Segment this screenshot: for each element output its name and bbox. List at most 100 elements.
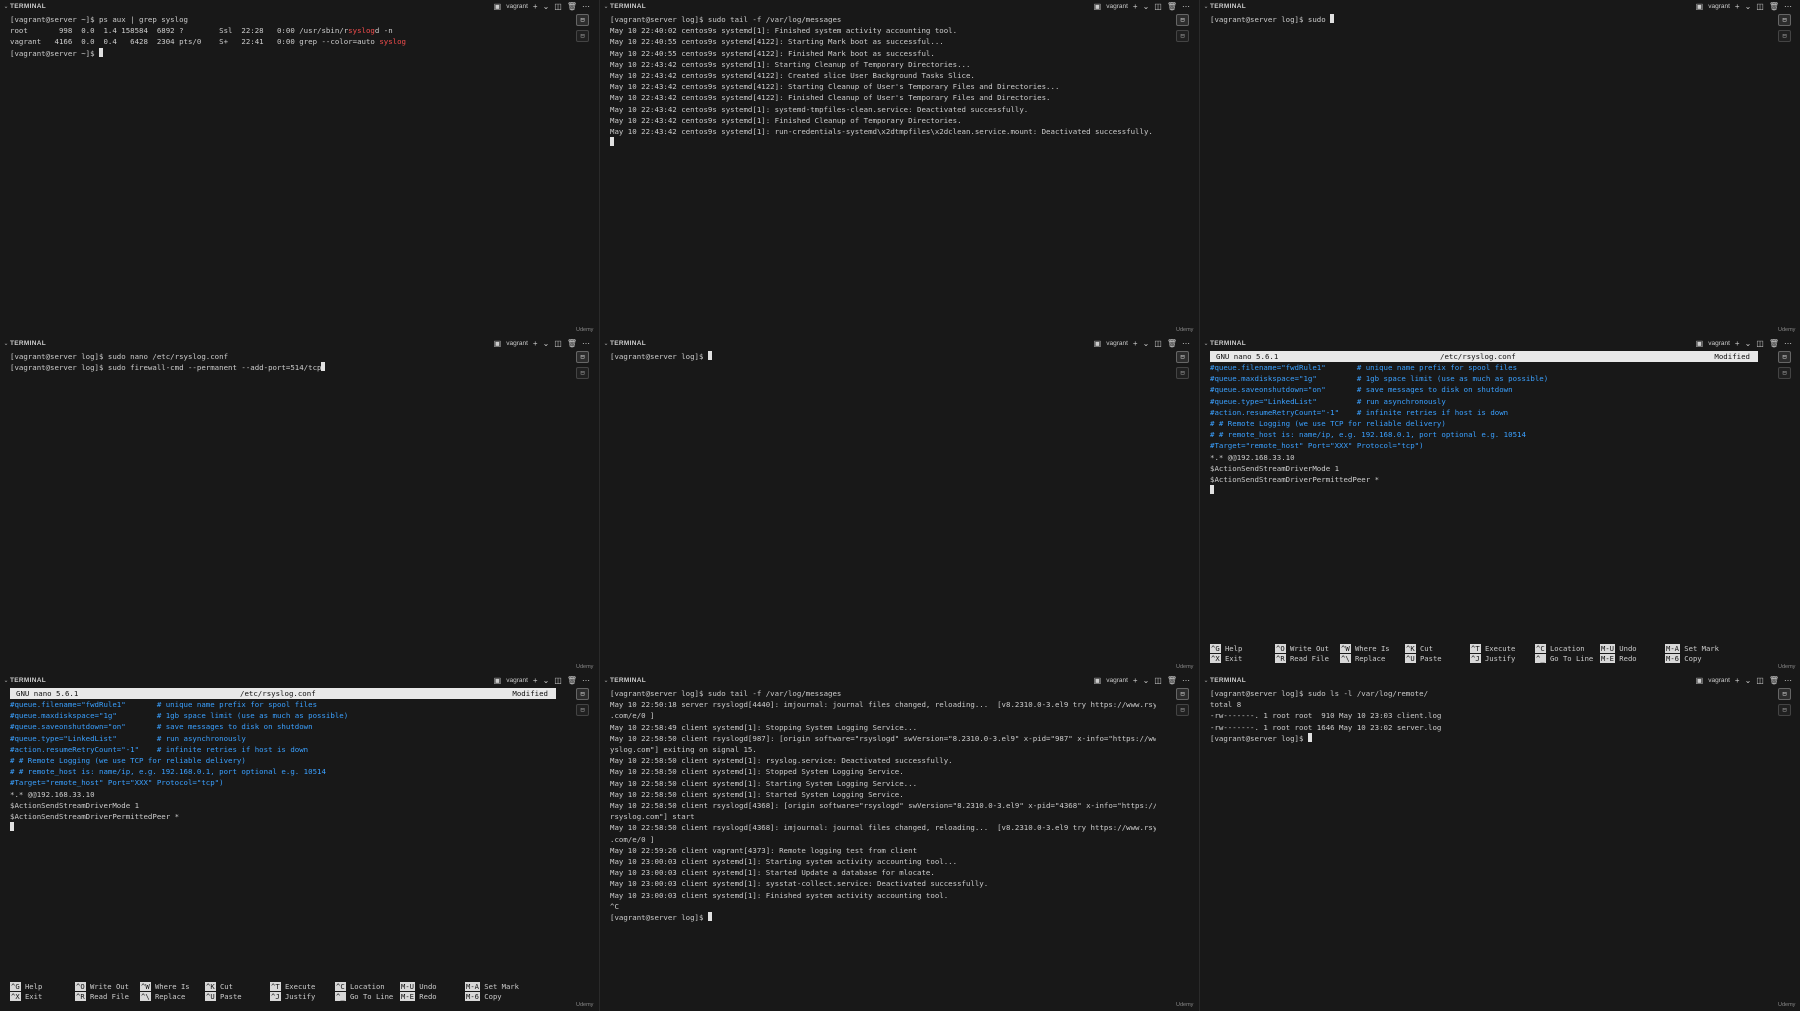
chevron-down-icon[interactable]: ⌄	[1202, 677, 1210, 684]
terminal-output[interactable]: [vagrant@server log]$ sudo	[1210, 14, 1758, 328]
nano-shortcut[interactable]: ^C Location ^_ Go To Line	[1535, 644, 1593, 664]
terminal-tab-icon[interactable]: ⊟	[576, 688, 589, 700]
chevron-down-icon[interactable]: ⌄	[1745, 339, 1752, 348]
new-terminal-plus-icon[interactable]: +	[1735, 676, 1740, 685]
terminal-pane[interactable]: ⌄ TERMINAL ▣ vagrant + ⌄ ◫ 🗑 ⋯ ⊟ ⊟ Udemy [vagrant@se…	[1200, 674, 1800, 1011]
nano-shortcut[interactable]: ^T Execute ^J Justify	[1470, 644, 1515, 664]
terminal-tab-icon[interactable]: ⊟	[576, 367, 589, 379]
terminal-tab-icon[interactable]: ⊟	[1778, 704, 1791, 716]
chevron-down-icon[interactable]: ⌄	[1202, 3, 1210, 10]
terminal-output[interactable]: GNU nano 5.6.1/etc/rsyslog.conf Modified #…	[1210, 351, 1758, 665]
new-terminal-plus-icon[interactable]: +	[1735, 2, 1740, 11]
terminal-output[interactable]: [vagrant@server log]$ sudo tail -f /var/…	[610, 688, 1156, 1003]
split-terminal-icon[interactable]: ◫	[554, 676, 562, 685]
nano-shortcut[interactable]: ^W Where Is ^\ Replace	[1340, 644, 1390, 664]
new-terminal-plus-icon[interactable]: +	[533, 339, 538, 348]
more-actions-icon[interactable]: ⋯	[1182, 339, 1190, 348]
trash-icon[interactable]: 🗑	[567, 339, 577, 348]
more-actions-icon[interactable]: ⋯	[582, 2, 590, 11]
nano-shortcut[interactable]: M-A Set Mark M-6 Copy	[1665, 644, 1719, 664]
nano-shortcut[interactable]: ^K Cut ^U Paste	[205, 982, 242, 1002]
terminal-shell-icon[interactable]: ▣	[494, 339, 502, 348]
chevron-down-icon[interactable]: ⌄	[1745, 2, 1752, 11]
terminal-pane[interactable]: ⌄ TERMINAL ▣ vagrant + ⌄ ◫ 🗑 ⋯ ⊟ ⊟ Udemy [vagrant@se…	[1200, 0, 1800, 336]
terminal-output[interactable]: [vagrant@server log]$ sudo tail -f /var/…	[610, 14, 1156, 328]
terminal-tab-icon[interactable]: ⊟	[576, 14, 589, 26]
terminal-tab-icon[interactable]: ⊟	[1176, 351, 1189, 363]
chevron-down-icon[interactable]: ⌄	[602, 677, 610, 684]
terminal-output[interactable]: GNU nano 5.6.1/etc/rsyslog.conf Modified #…	[10, 688, 556, 1003]
shell-name[interactable]: vagrant	[1106, 677, 1128, 684]
chevron-down-icon[interactable]: ⌄	[1202, 340, 1210, 347]
trash-icon[interactable]: 🗑	[1769, 676, 1779, 685]
more-actions-icon[interactable]: ⋯	[1182, 2, 1190, 11]
terminal-output[interactable]: [vagrant@server log]$ sudo ls -l /var/lo…	[1210, 688, 1758, 1003]
terminal-tab-icon[interactable]: ⊟	[1176, 704, 1189, 716]
more-actions-icon[interactable]: ⋯	[1784, 339, 1792, 348]
nano-shortcut[interactable]: ^K Cut ^U Paste	[1405, 644, 1442, 664]
terminal-shell-icon[interactable]: ▣	[1696, 676, 1704, 685]
chevron-down-icon[interactable]: ⌄	[2, 3, 10, 10]
terminal-shell-icon[interactable]: ▣	[1696, 339, 1704, 348]
terminal-shell-icon[interactable]: ▣	[1094, 339, 1102, 348]
chevron-down-icon[interactable]: ⌄	[602, 340, 610, 347]
shell-name[interactable]: vagrant	[1106, 340, 1128, 347]
trash-icon[interactable]: 🗑	[1167, 2, 1177, 11]
new-terminal-plus-icon[interactable]: +	[533, 2, 538, 11]
terminal-tab-icon[interactable]: ⊟	[1176, 30, 1189, 42]
split-terminal-icon[interactable]: ◫	[1154, 676, 1162, 685]
nano-shortcut[interactable]: ^G Help ^X Exit	[10, 982, 42, 1002]
more-actions-icon[interactable]: ⋯	[582, 339, 590, 348]
terminal-shell-icon[interactable]: ▣	[1094, 2, 1102, 11]
trash-icon[interactable]: 🗑	[567, 676, 577, 685]
terminal-output[interactable]: [vagrant@server log]$ sudo nano /etc/rsy…	[10, 351, 556, 665]
split-terminal-icon[interactable]: ◫	[1154, 2, 1162, 11]
more-actions-icon[interactable]: ⋯	[582, 676, 590, 685]
terminal-tab-icon[interactable]: ⊟	[1778, 14, 1791, 26]
terminal-pane[interactable]: ⌄ TERMINAL ▣ vagrant + ⌄ ◫ 🗑 ⋯ ⊟ ⊟ Udemy GNU nano 5.…	[1200, 337, 1800, 673]
terminal-tab-icon[interactable]: ⊟	[1778, 351, 1791, 363]
terminal-pane[interactable]: ⌄ TERMINAL ▣ vagrant + ⌄ ◫ 🗑 ⋯ ⊟ ⊟ Udemy [vagrant@se…	[600, 337, 1198, 673]
new-terminal-plus-icon[interactable]: +	[1735, 339, 1740, 348]
nano-shortcut[interactable]: ^C Location ^_ Go To Line	[335, 982, 393, 1002]
terminal-tab-icon[interactable]: ⊟	[1176, 688, 1189, 700]
new-terminal-plus-icon[interactable]: +	[533, 676, 538, 685]
chevron-down-icon[interactable]: ⌄	[2, 677, 10, 684]
terminal-tab-icon[interactable]: ⊟	[1176, 367, 1189, 379]
terminal-pane[interactable]: ⌄ TERMINAL ▣ vagrant + ⌄ ◫ 🗑 ⋯ ⊟ ⊟ Udemy [vagrant@se…	[600, 0, 1198, 336]
terminal-tab-icon[interactable]: ⊟	[576, 704, 589, 716]
terminal-tab-icon[interactable]: ⊟	[1778, 688, 1791, 700]
terminal-tab-icon[interactable]: ⊟	[576, 30, 589, 42]
split-terminal-icon[interactable]: ◫	[1756, 2, 1764, 11]
nano-shortcut[interactable]: ^W Where Is ^\ Replace	[140, 982, 190, 1002]
shell-name[interactable]: vagrant	[506, 340, 528, 347]
terminal-shell-icon[interactable]: ▣	[1094, 676, 1102, 685]
new-terminal-plus-icon[interactable]: +	[1133, 676, 1138, 685]
nano-shortcut[interactable]: ^G Help ^X Exit	[1210, 644, 1242, 664]
chevron-down-icon[interactable]: ⌄	[543, 339, 550, 348]
chevron-down-icon[interactable]: ⌄	[2, 340, 10, 347]
trash-icon[interactable]: 🗑	[1769, 339, 1779, 348]
shell-name[interactable]: vagrant	[1708, 677, 1730, 684]
split-terminal-icon[interactable]: ◫	[554, 339, 562, 348]
shell-name[interactable]: vagrant	[506, 3, 528, 10]
more-actions-icon[interactable]: ⋯	[1784, 2, 1792, 11]
terminal-pane[interactable]: ⌄ TERMINAL ▣ vagrant + ⌄ ◫ 🗑 ⋯ ⊟ ⊟ Udemy [vagrant@se…	[600, 674, 1198, 1011]
chevron-down-icon[interactable]: ⌄	[602, 3, 610, 10]
terminal-pane[interactable]: ⌄ TERMINAL ▣ vagrant + ⌄ ◫ 🗑 ⋯ ⊟ ⊟ Udemy [vagrant@se…	[0, 0, 598, 336]
nano-shortcut[interactable]: M-U Undo M-E Redo	[1600, 644, 1637, 664]
terminal-tab-icon[interactable]: ⊟	[1176, 14, 1189, 26]
nano-shortcut[interactable]: ^O Write Out ^R Read File	[1275, 644, 1329, 664]
trash-icon[interactable]: 🗑	[1167, 339, 1177, 348]
chevron-down-icon[interactable]: ⌄	[1143, 2, 1150, 11]
nano-shortcut[interactable]: M-A Set Mark M-6 Copy	[465, 982, 519, 1002]
split-terminal-icon[interactable]: ◫	[554, 2, 562, 11]
terminal-shell-icon[interactable]: ▣	[494, 676, 502, 685]
terminal-shell-icon[interactable]: ▣	[1696, 2, 1704, 11]
terminal-tab-icon[interactable]: ⊟	[576, 351, 589, 363]
nano-shortcut[interactable]: M-U Undo M-E Redo	[400, 982, 437, 1002]
shell-name[interactable]: vagrant	[1708, 3, 1730, 10]
chevron-down-icon[interactable]: ⌄	[1143, 676, 1150, 685]
terminal-output[interactable]: [vagrant@server log]$	[610, 351, 1156, 665]
trash-icon[interactable]: 🗑	[1769, 2, 1779, 11]
